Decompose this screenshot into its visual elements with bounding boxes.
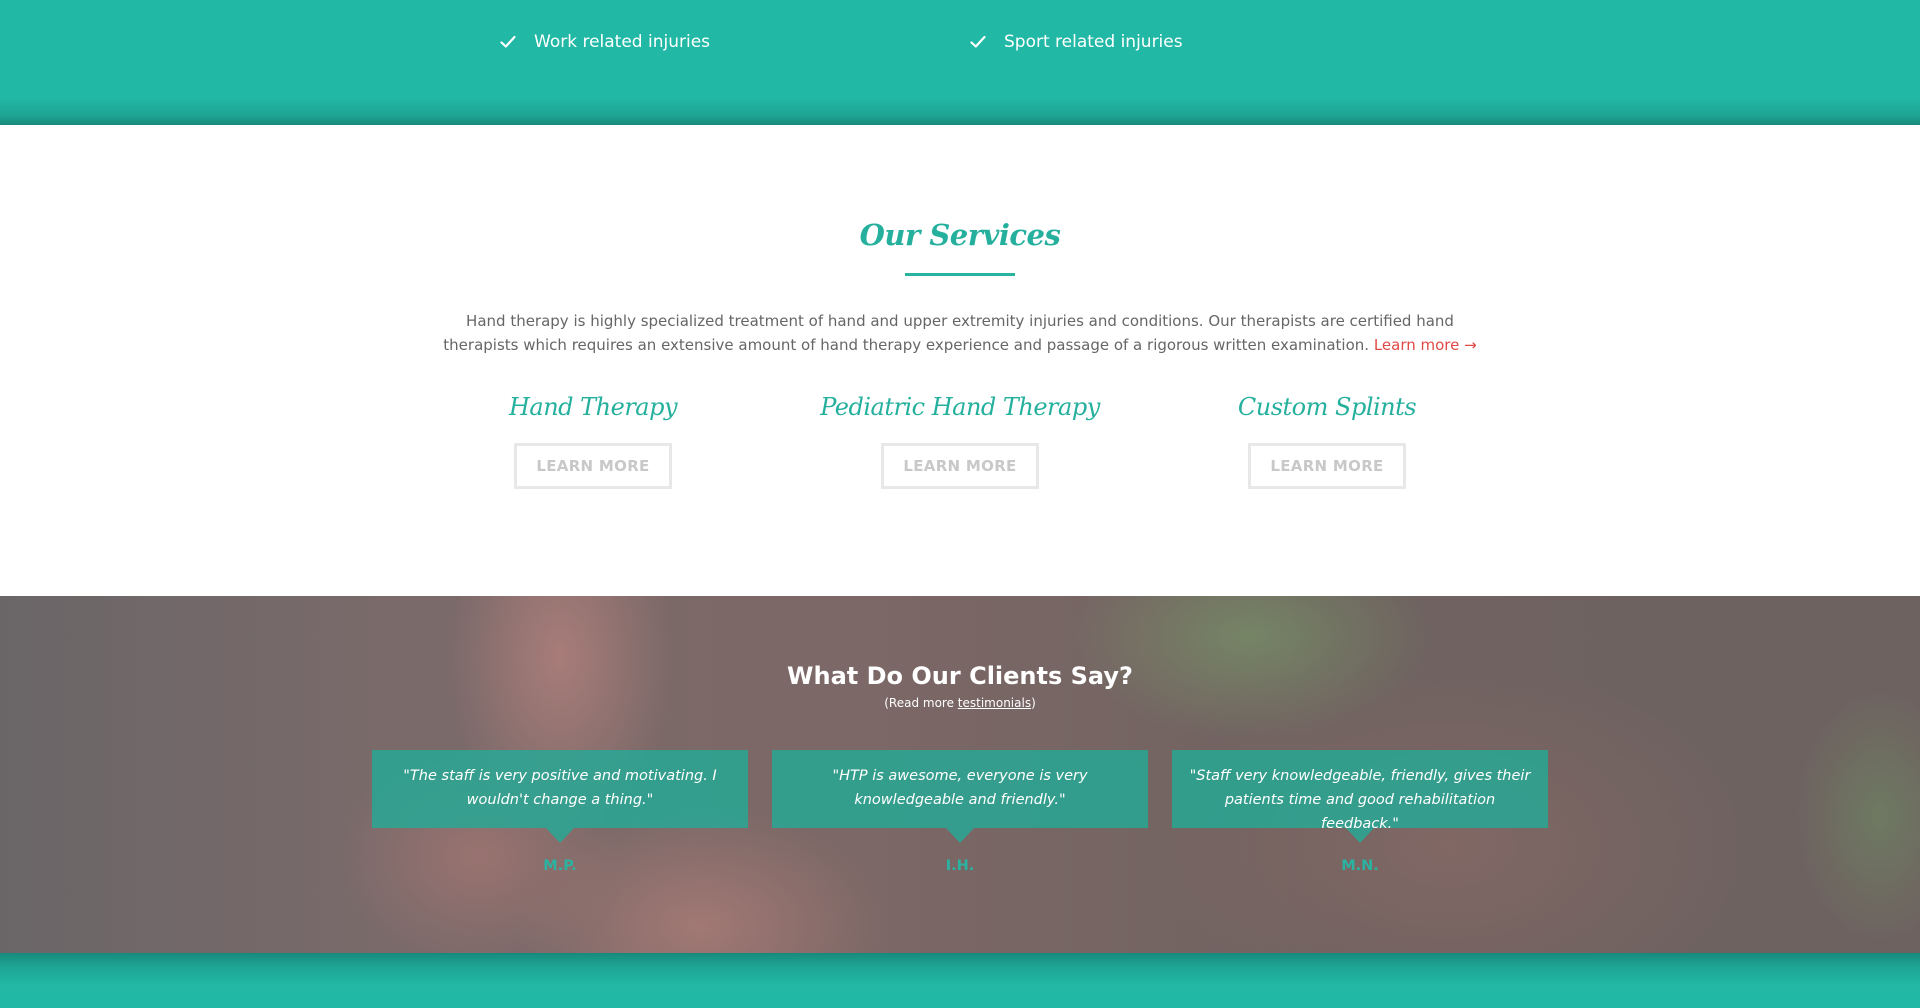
- testimonials-link[interactable]: testimonials: [958, 696, 1031, 710]
- subtitle-prefix: (Read more: [884, 696, 958, 710]
- service-name: Pediatric Hand Therapy: [820, 393, 1100, 421]
- services-title: Our Services: [859, 218, 1061, 252]
- service-custom-splints: Custom Splints LEARN MORE: [1147, 387, 1507, 489]
- injury-item-work: Work related injuries: [498, 32, 710, 52]
- learn-more-button[interactable]: LEARN MORE: [1248, 443, 1406, 489]
- testimonial-card: "HTP is awesome, everyone is very knowle…: [772, 750, 1148, 874]
- testimonial-quote: "HTP is awesome, everyone is very knowle…: [772, 750, 1148, 843]
- service-name: Custom Splints: [1237, 393, 1417, 421]
- testimonials-section: What Do Our Clients Say? (Read more test…: [0, 596, 1920, 953]
- title-underline: [905, 273, 1015, 276]
- testimonial-card: "The staff is very positive and motivati…: [372, 750, 748, 874]
- injury-item-sport: Sport related injuries: [968, 32, 1183, 52]
- testimonials-title: What Do Our Clients Say?: [787, 662, 1133, 690]
- service-pediatric-hand-therapy: Pediatric Hand Therapy LEARN MORE: [780, 387, 1140, 489]
- service-hand-therapy: Hand Therapy LEARN MORE: [413, 387, 773, 489]
- injury-item-label: Sport related injuries: [1004, 32, 1183, 52]
- learn-more-link[interactable]: Learn more →: [1374, 336, 1477, 354]
- testimonials-subtitle: (Read more testimonials): [0, 696, 1920, 710]
- check-icon: [968, 32, 988, 52]
- footer-band: [0, 953, 1920, 1008]
- testimonial-quote: "The staff is very positive and motivati…: [372, 750, 748, 843]
- check-icon: [498, 32, 518, 52]
- testimonial-author: I.H.: [945, 858, 975, 874]
- service-name: Hand Therapy: [508, 393, 678, 421]
- testimonial-quote: "Staff very knowledgeable, friendly, giv…: [1172, 750, 1548, 843]
- injury-item-label: Work related injuries: [534, 32, 711, 52]
- subtitle-suffix: ): [1031, 696, 1036, 710]
- learn-more-button[interactable]: LEARN MORE: [881, 443, 1039, 489]
- injury-types-band: Work related injuries Sport related inju…: [0, 0, 1920, 125]
- services-description: Hand therapy is highly specialized treat…: [430, 309, 1490, 357]
- services-section: Our Services Hand therapy is highly spec…: [0, 125, 1920, 596]
- testimonial-author: M.P.: [543, 858, 577, 874]
- testimonial-author: M.N.: [1341, 858, 1379, 874]
- services-description-text: Hand therapy is highly specialized treat…: [443, 312, 1454, 354]
- testimonial-card: "Staff very knowledgeable, friendly, giv…: [1172, 750, 1548, 874]
- learn-more-button[interactable]: LEARN MORE: [514, 443, 672, 489]
